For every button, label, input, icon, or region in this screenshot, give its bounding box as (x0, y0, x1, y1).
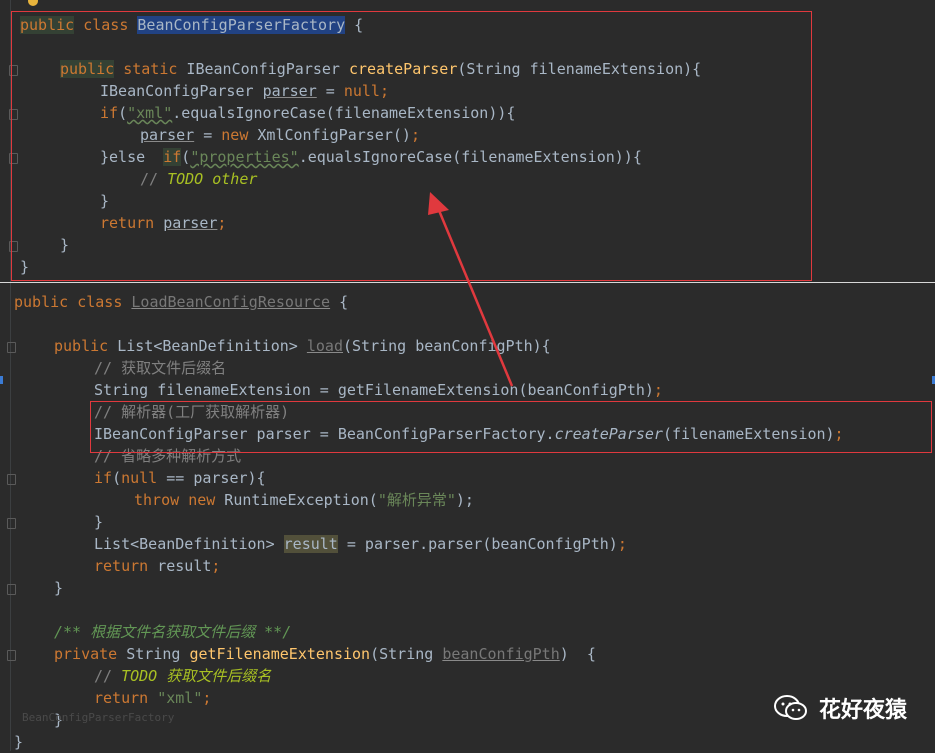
code-line-method-decl: public static IBeanConfigParser createPa… (60, 60, 702, 78)
fold-icon[interactable] (7, 584, 16, 595)
fold-icon[interactable] (7, 342, 16, 353)
code-line-todo: // TODO other (140, 170, 258, 188)
fold-icon[interactable] (7, 474, 16, 485)
code-line-doc-comment: /** 根据文件名获取文件后缀 **/ (54, 623, 292, 641)
method-get-filename-extension[interactable]: getFilenameExtension (189, 645, 370, 663)
method-load[interactable]: load (307, 337, 343, 355)
fold-icon[interactable] (9, 65, 18, 76)
wechat-icon (773, 695, 807, 720)
lightbulb-icon[interactable] (28, 0, 38, 6)
code-line-comment: // 获取文件后缀名 (94, 359, 227, 377)
breadcrumb-ghost: BeanConfigParserFactory (22, 711, 175, 724)
code-line: return result; (94, 557, 221, 575)
code-line: if(null == parser){ (94, 469, 266, 487)
code-line: return parser; (100, 214, 227, 232)
code-line: } (94, 513, 104, 531)
fold-icon[interactable] (9, 241, 18, 252)
code-line-todo: // TODO 获取文件后缀名 (94, 667, 272, 685)
code-line: } (60, 236, 70, 254)
code-line-class-decl: public class LoadBeanConfigResource { (14, 293, 349, 311)
class-name-factory[interactable]: BeanConfigParserFactory (137, 16, 346, 34)
watermark: 花好夜猿 (773, 692, 907, 724)
watermark-text: 花好夜猿 (818, 698, 907, 723)
code-line-comment: // 省略多种解析方式 (94, 447, 242, 465)
fold-icon[interactable] (7, 650, 16, 661)
code-line: List<BeanDefinition> result = parser.par… (94, 535, 627, 553)
gutter (10, 0, 11, 282)
editor-panel-top[interactable]: public class BeanConfigParserFactory { p… (0, 0, 935, 282)
code-line: }else if("properties".equalsIgnoreCase(f… (100, 148, 642, 166)
class-name-resource[interactable]: LoadBeanConfigResource (131, 293, 330, 311)
fold-icon[interactable] (9, 109, 18, 120)
code-line-comment: // 解析器(工厂获取解析器) (94, 403, 290, 421)
code-line-method-decl: public List<BeanDefinition> load(String … (54, 337, 551, 355)
code-line: String filenameExtension = getFilenameEx… (94, 381, 663, 399)
code-line: if("xml".equalsIgnoreCase(filenameExtens… (100, 104, 516, 122)
editor-panel-bottom[interactable]: public class LoadBeanConfigResource { pu… (0, 282, 935, 751)
code-line: return "xml"; (94, 689, 212, 707)
code-line: } (100, 192, 110, 210)
code-line: } (54, 579, 64, 597)
fold-icon[interactable] (9, 153, 18, 164)
code-line-method-decl: private String getFilenameExtension(Stri… (54, 645, 596, 663)
code-line-class-decl: public class BeanConfigParserFactory { (20, 16, 364, 34)
code-line: parser = new XmlConfigParser(); (140, 126, 420, 144)
code-line: IBeanConfigParser parser = null; (100, 82, 389, 100)
code-line: throw new RuntimeException("解析异常"); (134, 491, 474, 509)
code-line: } (20, 258, 30, 276)
method-create-parser[interactable]: createParser (349, 60, 457, 78)
scroll-marker (0, 376, 3, 384)
gutter (10, 283, 11, 751)
code-line-factory-call: IBeanConfigParser parser = BeanConfigPar… (94, 425, 844, 443)
fold-icon[interactable] (7, 518, 16, 529)
